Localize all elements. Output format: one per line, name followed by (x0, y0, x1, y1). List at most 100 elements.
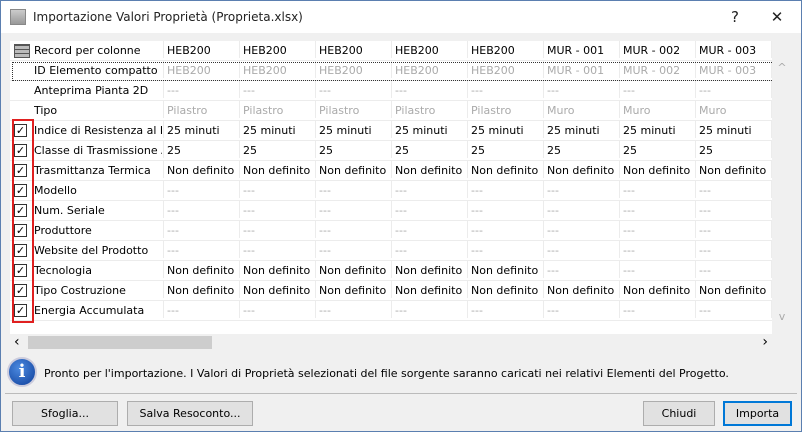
table-cell: Pilastro (315, 101, 391, 118)
table-cell: --- (391, 181, 467, 198)
column-header[interactable]: HEB200 (239, 41, 315, 58)
scroll-down-icon[interactable]: v (772, 310, 792, 323)
row-label: Tecnologia (34, 264, 92, 277)
focus-row-outline (12, 62, 776, 81)
table-cell: --- (163, 301, 239, 318)
table-cell: --- (695, 301, 771, 318)
table-cell: --- (543, 181, 619, 198)
property-table: Record per colonne HEB200 HEB200 HEB200 HEB2… (10, 41, 772, 334)
checkbox-highlight (12, 119, 34, 323)
table-cell: --- (391, 221, 467, 238)
import-dialog: Importazione Valori Proprietà (Proprieta… (0, 0, 802, 432)
table-cell: --- (391, 201, 467, 218)
table-cell: 25 minuti (619, 121, 695, 138)
save-report-button[interactable]: Salva Resoconto... (127, 401, 253, 426)
scroll-left-icon[interactable]: ‹ (14, 334, 20, 350)
scrollbar-thumb[interactable] (28, 336, 212, 349)
table-cell: 25 minuti (239, 121, 315, 138)
table-header-row: Record per colonne HEB200 HEB200 HEB200 HEB2… (10, 41, 772, 61)
row-label: Energia Accumulata (34, 304, 145, 317)
table-cell: Non definito (315, 281, 391, 298)
table-row: ✓ Website del Prodotto --- --- --- --- --- --- -… (10, 241, 772, 261)
table-cell: Pilastro (239, 101, 315, 118)
table-row: ✓Num. Seriale--------------------------- (10, 201, 772, 221)
table-cell: 25 (619, 141, 695, 158)
help-button[interactable]: ? (715, 1, 755, 33)
row-label: Tipo Costruzione (34, 284, 126, 297)
table-cell: --- (163, 181, 239, 198)
table-cell: 25 minuti (315, 121, 391, 138)
table-cell: Non definito (239, 281, 315, 298)
row-label: Modello (34, 184, 77, 197)
column-header[interactable]: HEB200 (315, 41, 391, 58)
table-cell: Non definito (695, 281, 771, 298)
browse-button[interactable]: Sfoglia... (12, 401, 118, 426)
table-cell: --- (695, 201, 771, 218)
table-cell: Non definito (543, 161, 619, 178)
title-bar: Importazione Valori Proprietà (Proprieta… (1, 1, 801, 33)
column-header[interactable]: HEB200 (391, 41, 467, 58)
table-cell: Non definito (391, 161, 467, 178)
scroll-up-icon[interactable]: ^ (772, 61, 792, 74)
import-button[interactable]: Importa (723, 401, 792, 426)
table-cell: --- (467, 81, 543, 98)
table-cell: --- (695, 81, 771, 98)
table-cell: 25 (239, 141, 315, 158)
table-cell: --- (543, 261, 619, 278)
divider (5, 393, 797, 394)
column-header[interactable]: MUR - 002 (619, 41, 695, 58)
close-button[interactable]: Chiudi (643, 401, 715, 426)
table-cell: 25 minuti (163, 121, 239, 138)
table-cell: 25 minuti (543, 121, 619, 138)
app-icon (10, 9, 26, 25)
table-cell: --- (239, 201, 315, 218)
table-row: ✓ Tecnologia Non definito Non definito Non d… (10, 261, 772, 281)
scroll-right-icon[interactable]: › (762, 334, 768, 350)
table-cell: Non definito (467, 281, 543, 298)
table-cell: --- (315, 241, 391, 258)
table-row: ✓Indice di Resistenza al Fuoco25 minuti2… (10, 121, 772, 141)
table-cell: --- (315, 301, 391, 318)
close-icon[interactable]: ✕ (757, 1, 797, 33)
table-cell: 25 minuti (467, 121, 543, 138)
table-cell: Non definito (239, 161, 315, 178)
table-cell: Non definito (163, 281, 239, 298)
row-label: Produttore (34, 224, 92, 237)
table-cell: 25 (391, 141, 467, 158)
table-cell: --- (543, 241, 619, 258)
table-cell: --- (163, 201, 239, 218)
table-cell: --- (315, 201, 391, 218)
table-cell: --- (163, 221, 239, 238)
horizontal-scrollbar[interactable]: ‹ › (10, 334, 772, 351)
row-label: Num. Seriale (34, 204, 105, 217)
row-label: Trasmittanza Termica (34, 164, 151, 177)
table-cell: Non definito (391, 261, 467, 278)
header-label: Record per colonne (34, 44, 141, 57)
table-cell: Non definito (467, 261, 543, 278)
table-cell: --- (543, 301, 619, 318)
column-header[interactable]: HEB200 (163, 41, 239, 58)
column-header[interactable]: MUR - 003 (695, 41, 771, 58)
table-cell: Non definito (467, 161, 543, 178)
table-cell: --- (467, 181, 543, 198)
table-cell: --- (239, 81, 315, 98)
table-cell: --- (315, 221, 391, 238)
row-label: Indice di Resistenza al Fuoco (34, 124, 162, 137)
table-cell: --- (695, 241, 771, 258)
vertical-scrollbar[interactable]: ^ v (772, 41, 792, 334)
table-cell: Pilastro (163, 101, 239, 118)
column-header[interactable]: MUR - 001 (543, 41, 619, 58)
window-title: Importazione Valori Proprietà (Proprieta… (33, 10, 303, 24)
row-label: Anteprima Pianta 2D (34, 84, 149, 97)
table-cell: --- (467, 301, 543, 318)
table-cell: Muro (695, 101, 771, 118)
table-cell: --- (315, 81, 391, 98)
table-cell: --- (239, 301, 315, 318)
row-label: Tipo (34, 104, 58, 117)
table-cell: --- (619, 241, 695, 258)
table-cell: --- (163, 241, 239, 258)
table-cell: 25 (467, 141, 543, 158)
table-cell: --- (239, 221, 315, 238)
column-header[interactable]: HEB200 (467, 41, 543, 58)
table-row: Tipo Pilastro Pilastro Pilastro Pilastro Pila… (10, 101, 772, 121)
